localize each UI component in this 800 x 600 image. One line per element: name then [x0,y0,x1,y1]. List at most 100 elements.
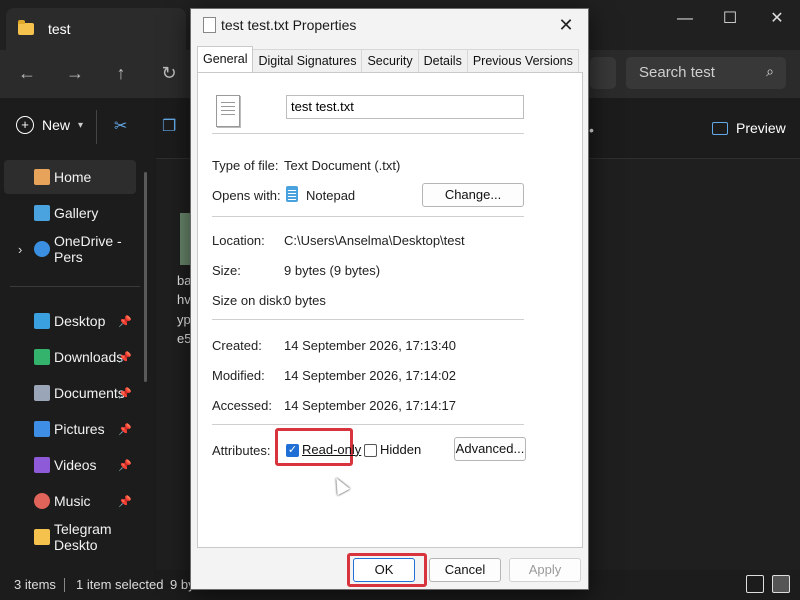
search-placeholder: Search test [639,64,715,81]
up-arrow-icon[interactable]: ↑ [106,60,136,86]
dialog-titlebar: test test.txt Properties ✕ [191,9,588,41]
address-bar[interactable] [590,57,616,89]
pin-icon: 📌 [118,351,132,364]
sidebar-item-documents[interactable]: Documents 📌 [4,376,136,410]
cancel-button[interactable]: Cancel [429,558,501,582]
divider [212,216,524,217]
status-divider [64,578,65,592]
sidebar-item-label: Music [54,493,91,509]
sidebar-item-telegram[interactable]: Telegram Deskto [4,520,136,554]
location-label: Location: [212,233,265,248]
size-on-disk-label: Size on disk: [212,293,286,308]
text-file-icon [203,17,216,33]
change-button[interactable]: Change... [422,183,524,207]
sidebar-item-label: Downloads [54,349,124,365]
file-name-field[interactable]: test test.txt [286,95,524,119]
more-options-icon[interactable]: • [589,122,594,138]
close-window-icon[interactable]: ✕ [762,8,792,30]
attributes-label: Attributes: [212,443,271,458]
new-button[interactable]: + New ▾ [16,116,83,134]
cut-icon[interactable]: ✂ [114,116,127,136]
sidebar-item-label: Telegram Deskto [54,521,112,553]
readonly-checkbox[interactable]: ✓ [286,444,299,457]
dialog-tabs: General Digital Signatures Security Deta… [197,46,579,73]
created-label: Created: [212,338,262,353]
navigation-pane: Home Gallery › OneDrive - Pers Desktop 📌… [0,158,156,570]
sidebar-scrollbar[interactable] [144,172,147,382]
tab-test[interactable]: test [6,8,186,50]
plus-icon: + [16,116,34,134]
file-name-fragment: yp [177,312,191,327]
home-icon [34,169,50,185]
pin-icon: 📌 [118,387,132,400]
sidebar-item-label: Gallery [54,205,99,221]
sidebar-item-music[interactable]: Music 📌 [4,484,136,518]
close-icon[interactable]: ✕ [554,13,578,37]
modified-label: Modified: [212,368,265,383]
sidebar-item-gallery[interactable]: Gallery [4,196,136,230]
preview-label: Preview [736,120,786,136]
sidebar-item-desktop[interactable]: Desktop 📌 [4,304,136,338]
preview-button[interactable]: Preview [712,120,786,136]
apply-button[interactable]: Apply [509,558,581,582]
tiles-view-icon[interactable] [772,575,790,593]
opens-with-value: Notepad [306,188,356,203]
accessed-value: 14 September 2026, 17:14:17 [284,398,457,413]
modified-value: 14 September 2026, 17:14:02 [284,368,457,383]
item-count: 3 items [14,577,56,592]
download-icon [34,349,50,365]
sidebar-item-label: OneDrive - Pers [54,233,122,265]
hidden-checkbox[interactable] [364,444,377,457]
size-value: 9 bytes (9 bytes) [284,263,381,278]
sidebar-item-onedrive[interactable]: › OneDrive - Pers [4,232,136,266]
readonly-label[interactable]: Read-only [302,442,361,457]
tab-previous-versions[interactable]: Previous Versions [466,49,579,72]
advanced-button[interactable]: Advanced... [454,437,526,461]
details-view-icon[interactable] [746,575,764,593]
sidebar-item-downloads[interactable]: Downloads 📌 [4,340,136,374]
sidebar-item-videos[interactable]: Videos 📌 [4,448,136,482]
copy-icon[interactable]: ❐ [162,116,176,136]
toolbar-divider [96,110,97,144]
general-tab-panel: test test.txt Type of file: Text Documen… [197,72,583,548]
sidebar-item-label: Desktop [54,313,106,329]
sidebar-item-label: Documents [54,385,125,401]
size-on-disk-value: 0 bytes [284,293,326,308]
file-name-fragment: hv [177,292,191,307]
sidebar-item-label: Home [54,169,92,185]
documents-icon [34,385,50,401]
text-document-icon [216,95,240,127]
properties-dialog: test test.txt Properties ✕ General Digit… [190,8,589,590]
tab-title: test [48,21,71,37]
tab-general[interactable]: General [197,46,254,72]
minimize-icon[interactable]: — [670,8,700,30]
sidebar-item-label: Pictures [54,421,105,437]
sidebar-item-home[interactable]: Home [4,160,136,194]
sidebar-item-pictures[interactable]: Pictures 📌 [4,412,136,446]
new-label: New [42,117,71,133]
hidden-label[interactable]: Hidden [380,442,421,457]
tab-details[interactable]: Details [417,49,468,72]
tab-digital-signatures[interactable]: Digital Signatures [252,49,363,72]
back-arrow-icon[interactable]: ← [12,60,42,86]
chevron-right-icon[interactable]: › [18,242,22,257]
ok-button[interactable]: OK [353,558,415,582]
maximize-icon[interactable]: ☐ [715,8,745,30]
preview-pane-icon [712,121,728,135]
opens-with-label: Opens with: [212,188,281,203]
cloud-icon [34,241,50,257]
chevron-down-icon: ▾ [78,119,84,131]
search-input[interactable]: Search test ⌕ [626,57,786,89]
search-icon: ⌕ [766,63,774,79]
tab-security[interactable]: Security [361,49,419,72]
music-icon [34,493,50,509]
divider [212,424,524,425]
divider [212,319,524,320]
refresh-icon[interactable]: ↻ [154,60,184,86]
videos-icon [34,457,50,473]
type-label: Type of file: [212,158,279,173]
dialog-title: test test.txt Properties [221,17,357,33]
location-value: C:\Users\Anselma\Desktop\test [284,233,465,248]
type-value: Text Document (.txt) [284,158,401,173]
forward-arrow-icon[interactable]: → [60,60,90,86]
